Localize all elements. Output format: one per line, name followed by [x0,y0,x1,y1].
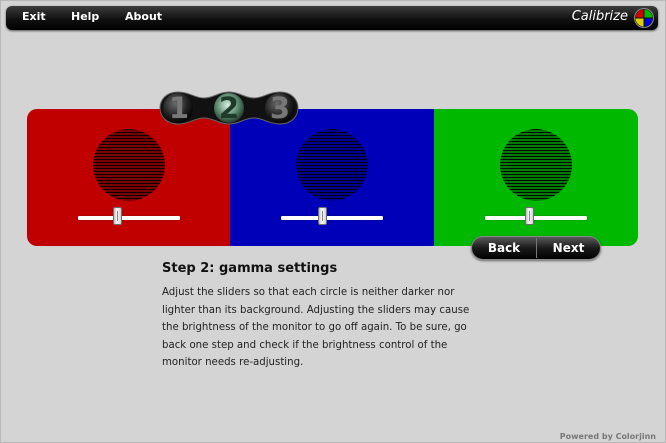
menu-bar: Exit Help About Calibrize [6,6,658,30]
red-swatch [27,109,230,246]
step-instructions: Adjust the sliders so that each circle i… [162,284,482,372]
menu-exit[interactable]: Exit [22,10,46,23]
calibrize-logo-icon [634,8,654,28]
instruction-line: back one step and check if the brightnes… [162,339,448,351]
red-slider-thumb[interactable] [113,207,123,225]
gamma-panel [27,109,638,246]
green-slider[interactable] [485,207,587,225]
menu-about[interactable]: About [125,10,162,23]
green-swatch [434,109,638,246]
step-indicator: 1 2 3 [158,88,300,128]
instruction-line: monitor needs re-adjusting. [162,357,304,368]
next-button[interactable]: Next [537,237,600,259]
step-title: Step 2: gamma settings [162,261,338,276]
app-brand: Calibrize [571,9,628,24]
blue-slider-thumb[interactable] [317,207,327,225]
step-1-indicator: 1 [168,91,190,125]
step-3-indicator: 3 [269,91,291,125]
menu-help[interactable]: Help [71,10,99,23]
step-2-indicator: 2 [218,91,240,125]
back-button[interactable]: Back [472,237,536,259]
instruction-line: the brightness of the monitor to go off … [162,322,467,333]
blue-gamma-circle [296,129,368,201]
blue-swatch [230,109,434,246]
nav-button-group: Back Next [471,236,601,260]
red-gamma-circle [92,129,165,201]
blue-slider[interactable] [281,207,383,225]
red-slider[interactable] [77,207,180,225]
powered-by-label: Powered by Colorjinn [559,432,656,441]
green-slider-thumb[interactable] [524,207,534,225]
instruction-line: lighter than its background. Adjusting t… [162,304,470,316]
instruction-line: Adjust the sliders so that each circle i… [162,287,455,298]
green-gamma-circle [500,129,572,201]
